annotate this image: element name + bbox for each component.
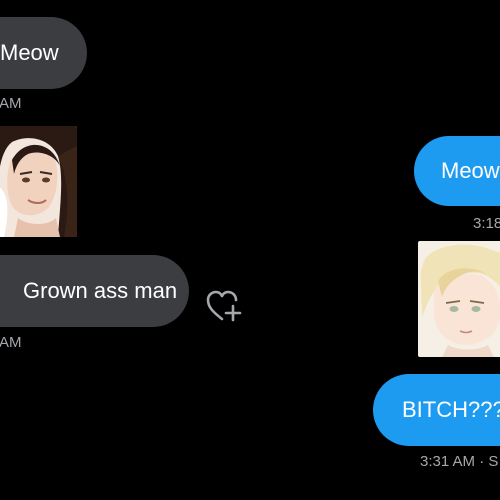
message-text: BITCH??? (402, 397, 500, 422)
dm-conversation: Meow AM Grown ass man AM Meow 3:18 BITCH… (0, 0, 500, 500)
message-timestamp: 3:31 AM · S (420, 453, 499, 470)
message-timestamp: AM (0, 334, 22, 351)
received-image[interactable] (0, 126, 77, 237)
message-timestamp: 3:18 (473, 215, 500, 232)
message-text: Meow (0, 40, 59, 65)
message-text: Grown ass man (23, 278, 178, 303)
received-message-bubble[interactable]: Grown ass man (0, 255, 189, 327)
message-text: Meow (441, 158, 500, 183)
sent-message-bubble[interactable]: Meow (414, 136, 500, 206)
received-message-bubble[interactable]: Meow (0, 17, 87, 89)
long-hair-anime-character-image (0, 126, 77, 237)
message-timestamp: AM (0, 95, 22, 112)
heart-plus-icon[interactable] (205, 289, 243, 323)
sent-image[interactable] (418, 241, 500, 357)
sent-message-bubble[interactable]: BITCH??? (373, 374, 500, 446)
blonde-anime-character-image (418, 241, 500, 357)
